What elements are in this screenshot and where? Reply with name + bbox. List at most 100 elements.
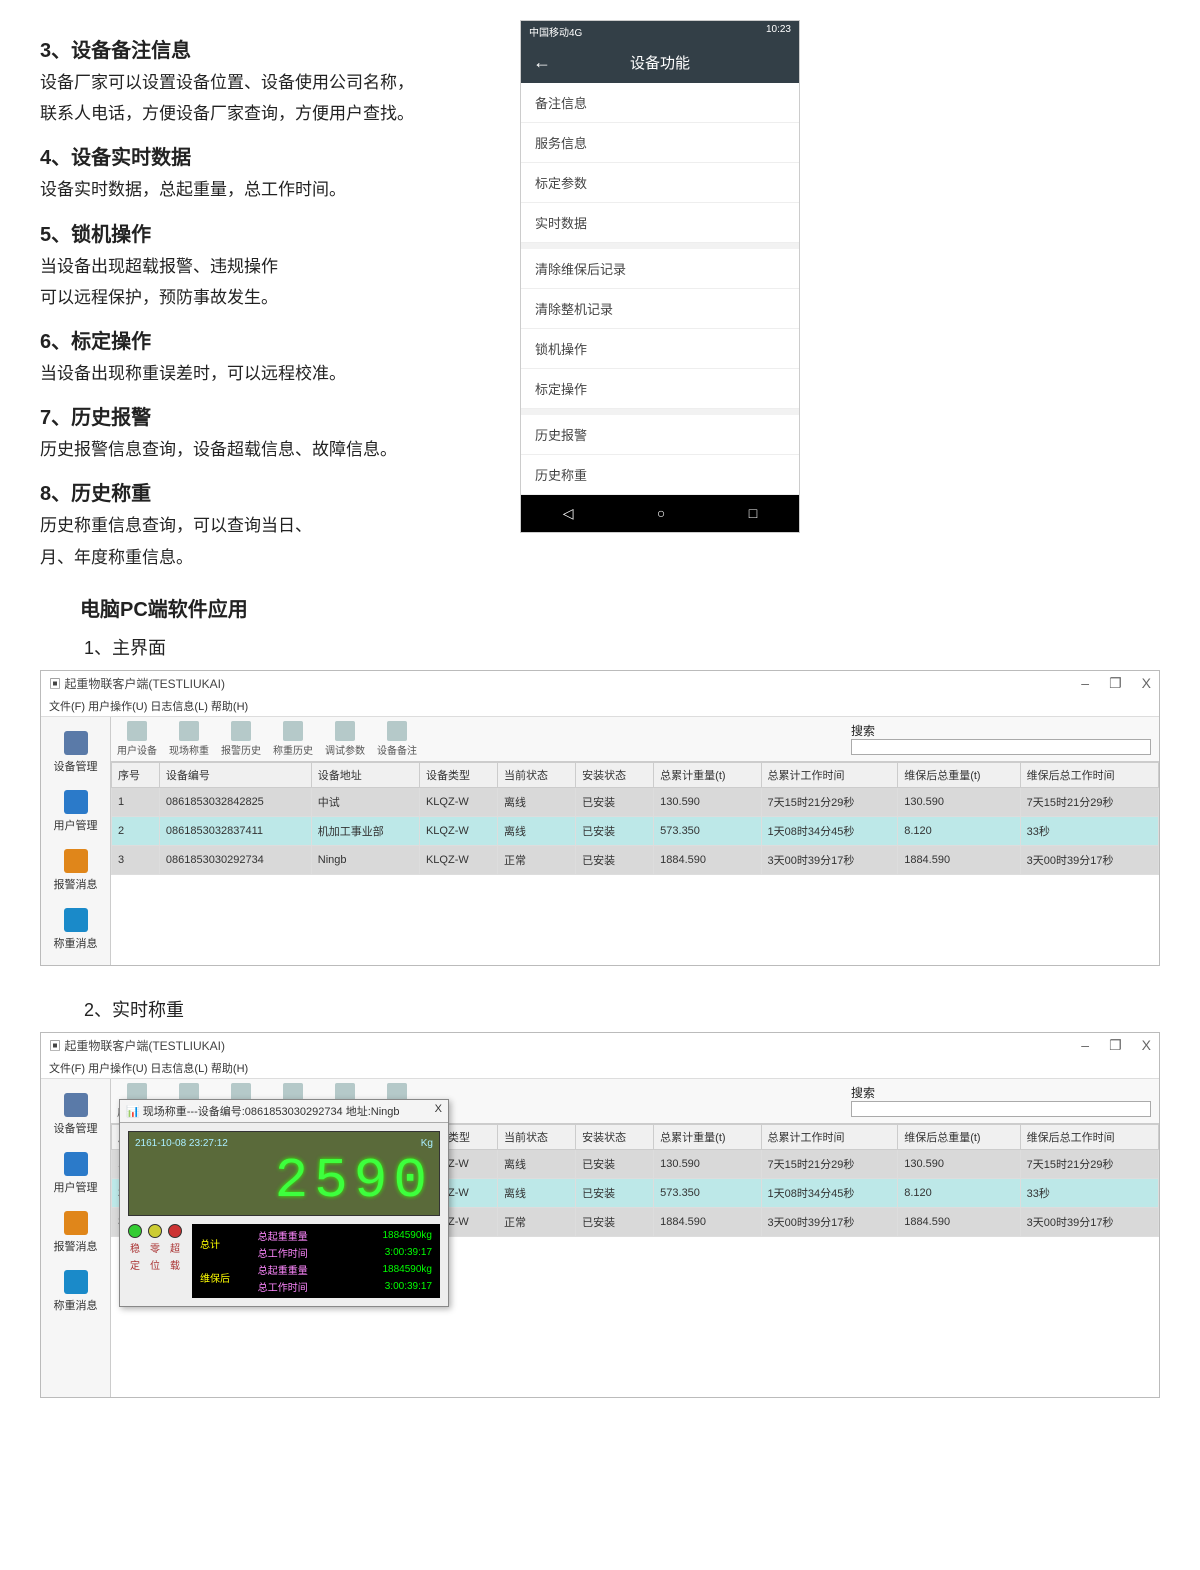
device-table: 序号设备编号设备地址设备类型当前状态安装状态总累计重量(t)总累计工作时间维保后… bbox=[111, 762, 1159, 875]
min-button[interactable]: – bbox=[1081, 1037, 1089, 1054]
sidebar-alarm-msg[interactable]: 报警消息 bbox=[41, 841, 110, 900]
sidebar-dev-mgmt[interactable]: 设备管理 bbox=[41, 723, 110, 782]
search-input[interactable] bbox=[851, 1101, 1151, 1117]
col-header: 总累计工作时间 bbox=[761, 1124, 898, 1149]
menu-item[interactable]: 标定操作 bbox=[521, 369, 799, 409]
dev-mgmt-icon bbox=[64, 1093, 88, 1117]
phone-navbar: ◁ ○ □ bbox=[521, 495, 799, 532]
cell: 1 bbox=[112, 787, 160, 816]
alarm-msg-icon bbox=[64, 1211, 88, 1235]
cell: 573.350 bbox=[654, 1178, 761, 1207]
col-header: 序号 bbox=[112, 762, 160, 787]
table-row[interactable]: 10861853032842825中试KLQZ-W离线已安装130.5907天1… bbox=[112, 787, 1159, 816]
cell: KLQZ-W bbox=[419, 845, 497, 874]
nav-recent-icon[interactable]: □ bbox=[749, 505, 757, 522]
sidebar-dev-mgmt[interactable]: 设备管理 bbox=[41, 1085, 110, 1144]
cell: 离线 bbox=[498, 787, 576, 816]
cell: 2 bbox=[112, 816, 160, 845]
cell: 1884.590 bbox=[898, 845, 1020, 874]
menu-item[interactable]: 历史称重 bbox=[521, 455, 799, 495]
phone-title: 设备功能 bbox=[630, 55, 690, 72]
cell: 0861853032842825 bbox=[159, 787, 311, 816]
nav-back-icon[interactable]: ◁ bbox=[563, 505, 574, 522]
carrier: 中国移动4G bbox=[529, 24, 582, 39]
cell: 130.590 bbox=[898, 1149, 1020, 1178]
sidebar-weigh-msg[interactable]: 称重消息 bbox=[41, 1262, 110, 1321]
section-text: 历史称重信息查询，可以查询当日、 bbox=[40, 512, 490, 539]
section-text: 当设备出现超载报警、违规操作 bbox=[40, 253, 490, 280]
tb-user-dev[interactable]: 用户设备 bbox=[111, 717, 163, 761]
col-header: 设备类型 bbox=[419, 762, 497, 787]
sidebar-weigh-msg[interactable]: 称重消息 bbox=[41, 900, 110, 959]
led-panel: 稳零超 定位载 bbox=[128, 1224, 182, 1272]
menubar[interactable]: 文件(F) 用户操作(U) 日志信息(L) 帮助(H) bbox=[41, 1058, 1159, 1079]
sub-realtime: 2、实时称重 bbox=[84, 996, 1160, 1022]
back-icon[interactable]: ← bbox=[533, 52, 551, 73]
tb-alarm-hist[interactable]: 报警历史 bbox=[215, 717, 267, 761]
cell: 正常 bbox=[498, 845, 576, 874]
tb-dev-remark[interactable]: 设备备注 bbox=[371, 717, 423, 761]
sidebar-user-mgmt[interactable]: 用户管理 bbox=[41, 1144, 110, 1203]
weigh-msg-icon bbox=[64, 1270, 88, 1294]
sidebar-user-mgmt[interactable]: 用户管理 bbox=[41, 782, 110, 841]
cell: 1884.590 bbox=[654, 845, 761, 874]
cell: 已安装 bbox=[576, 1207, 654, 1236]
dev-mgmt-icon bbox=[64, 731, 88, 755]
col-header: 维保后总重量(t) bbox=[898, 762, 1020, 787]
tb-live-weigh[interactable]: 现场称重 bbox=[163, 717, 215, 761]
popup-titlebar: 📊 现场称重---设备编号:0861853030292734 地址:NingbX bbox=[120, 1100, 448, 1123]
search-box: 搜索 bbox=[851, 722, 1151, 755]
cell: 7天15时21分29秒 bbox=[761, 1149, 898, 1178]
cell: 已安装 bbox=[576, 1149, 654, 1178]
search-input[interactable] bbox=[851, 739, 1151, 755]
sidebar-alarm-msg[interactable]: 报警消息 bbox=[41, 1203, 110, 1262]
popup-close-button[interactable]: X bbox=[435, 1103, 442, 1119]
col-header: 安装状态 bbox=[576, 1124, 654, 1149]
max-button[interactable]: ❐ bbox=[1109, 675, 1122, 692]
col-header: 维保后总工作时间 bbox=[1020, 1124, 1158, 1149]
led-overload-icon bbox=[168, 1224, 182, 1238]
col-header: 总累计工作时间 bbox=[761, 762, 898, 787]
cell: 3天00时39分17秒 bbox=[1020, 845, 1158, 874]
table-row[interactable]: 20861853032837411机加工事业部KLQZ-W离线已安装573.35… bbox=[112, 816, 1159, 845]
app-title: ▣ 起重物联客户端(TESTLIUKAI) bbox=[49, 675, 225, 692]
cell: 573.350 bbox=[654, 816, 761, 845]
col-header: 当前状态 bbox=[498, 762, 576, 787]
menu-item[interactable]: 服务信息 bbox=[521, 123, 799, 163]
menubar[interactable]: 文件(F) 用户操作(U) 日志信息(L) 帮助(H) bbox=[41, 696, 1159, 717]
col-header: 设备地址 bbox=[311, 762, 419, 787]
menu-item[interactable]: 备注信息 bbox=[521, 83, 799, 123]
table-row[interactable]: 30861853030292734NingbKLQZ-W正常已安装1884.59… bbox=[112, 845, 1159, 874]
close-button[interactable]: X bbox=[1142, 1037, 1151, 1054]
user-dev-icon bbox=[127, 721, 147, 741]
col-header: 总累计重量(t) bbox=[654, 762, 761, 787]
cell: 0861853032837411 bbox=[159, 816, 311, 845]
menu-item[interactable]: 历史报警 bbox=[521, 415, 799, 455]
col-header: 当前状态 bbox=[498, 1124, 576, 1149]
cell: 中试 bbox=[311, 787, 419, 816]
cell: 1天08时34分45秒 bbox=[761, 1178, 898, 1207]
menu-item[interactable]: 标定参数 bbox=[521, 163, 799, 203]
phone-header: ← 设备功能 bbox=[521, 42, 799, 83]
cell: 8.120 bbox=[898, 816, 1020, 845]
live-weigh-icon bbox=[179, 721, 199, 741]
col-header: 安装状态 bbox=[576, 762, 654, 787]
menu-item[interactable]: 清除整机记录 bbox=[521, 289, 799, 329]
section-heading: 8、历史称重 bbox=[40, 477, 490, 506]
min-button[interactable]: – bbox=[1081, 675, 1089, 692]
section-heading: 6、标定操作 bbox=[40, 325, 490, 354]
dev-remark-icon bbox=[387, 721, 407, 741]
cell: 130.590 bbox=[898, 787, 1020, 816]
lcd-timestamp: 2161-10-08 23:27:12 bbox=[135, 1138, 228, 1149]
max-button[interactable]: ❐ bbox=[1109, 1037, 1122, 1054]
menu-item[interactable]: 锁机操作 bbox=[521, 329, 799, 369]
phone-statusbar: 中国移动4G 10:23 bbox=[521, 21, 799, 42]
close-button[interactable]: X bbox=[1142, 675, 1151, 692]
section-heading: 7、历史报警 bbox=[40, 401, 490, 430]
menu-item[interactable]: 实时数据 bbox=[521, 203, 799, 243]
nav-home-icon[interactable]: ○ bbox=[657, 505, 665, 522]
tb-weigh-hist[interactable]: 称重历史 bbox=[267, 717, 319, 761]
lcd-display: 2161-10-08 23:27:12Kg 2590 bbox=[128, 1131, 440, 1216]
menu-item[interactable]: 清除维保后记录 bbox=[521, 249, 799, 289]
tb-debug-param[interactable]: 调试参数 bbox=[319, 717, 371, 761]
